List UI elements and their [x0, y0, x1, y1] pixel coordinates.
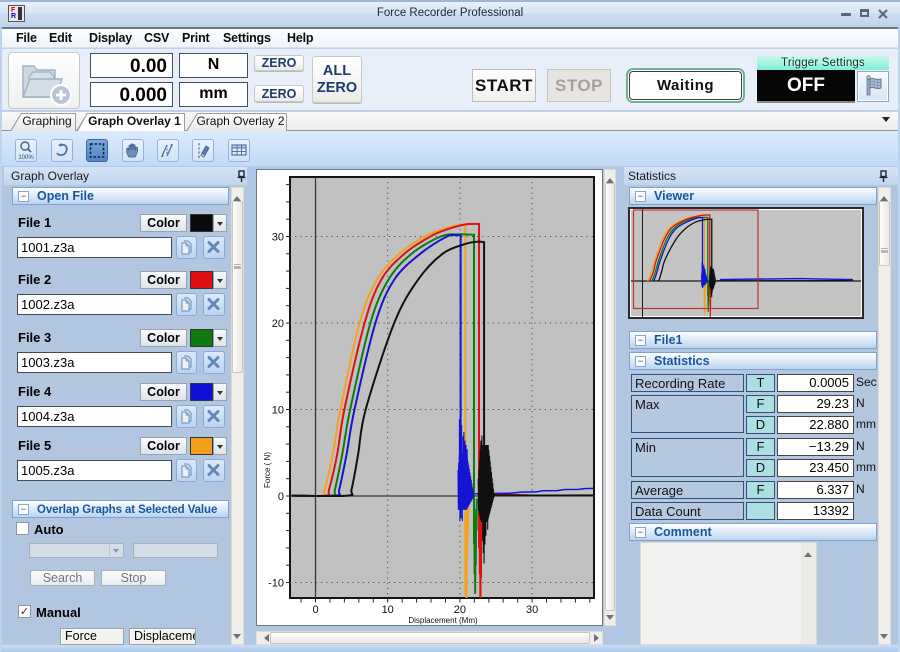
svg-text:0: 0 — [278, 491, 284, 503]
svg-text:20: 20 — [454, 604, 466, 616]
svg-text:20: 20 — [272, 318, 284, 330]
svg-text:100%: 100% — [18, 155, 34, 161]
svg-text:30: 30 — [272, 232, 284, 244]
svg-text:0: 0 — [312, 604, 318, 616]
svg-text:30: 30 — [526, 604, 538, 616]
svg-text:Displacement (Mm): Displacement (Mm) — [408, 616, 478, 625]
svg-text:-10: -10 — [268, 578, 284, 590]
svg-text:10: 10 — [382, 604, 394, 616]
svg-text:10: 10 — [272, 405, 284, 417]
svg-text:Force ( N): Force ( N) — [263, 452, 272, 488]
